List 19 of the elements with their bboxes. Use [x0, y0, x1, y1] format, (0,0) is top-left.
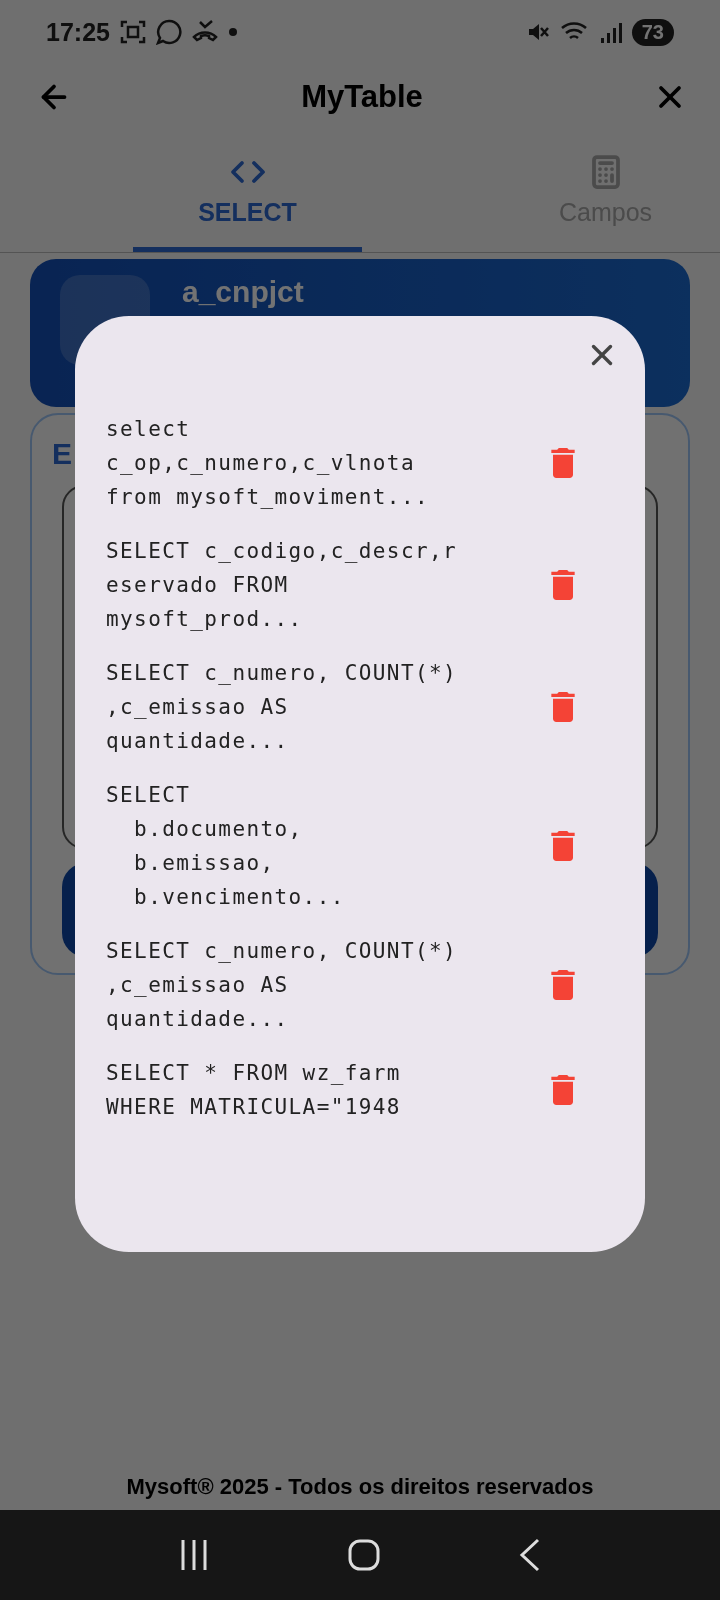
screenshot-icon — [119, 19, 146, 45]
battery-level: 73 — [631, 18, 674, 46]
home-icon[interactable] — [348, 1539, 380, 1571]
recents-icon[interactable] — [179, 1538, 210, 1572]
query-text[interactable]: SELECT b.documento, b.emissao, b.vencimento... — [106, 778, 516, 914]
signal-icon — [599, 20, 622, 44]
page-title: MyTable — [300, 79, 424, 115]
card-heading: E — [52, 437, 72, 471]
back-icon[interactable] — [518, 1538, 541, 1572]
footer-text: Mysoft® 2025 - Todos os direitos reservados — [126, 1474, 594, 1500]
status-time: 17:25 — [46, 17, 110, 47]
query-text[interactable]: SELECT c_numero, COUNT(*) ,c_emissao AS quantidade... — [106, 656, 516, 758]
chat-icon — [155, 19, 182, 45]
query-text[interactable]: SELECT c_numero, COUNT(*) ,c_emissao AS quantidade... — [106, 934, 516, 1036]
query-text[interactable]: SELECT c_codigo,c_descr,r eservado FROM mysoft_prod... — [106, 534, 516, 636]
query-text[interactable]: SELECT * FROM wz_farm WHERE MATRICULA="1948 — [106, 1056, 516, 1124]
query-text[interactable]: select c_op,c_numero,c_vlnota from mysoft_moviment... — [106, 412, 516, 514]
table-name: a_cnpjct — [182, 275, 304, 309]
dot-icon — [227, 27, 238, 37]
